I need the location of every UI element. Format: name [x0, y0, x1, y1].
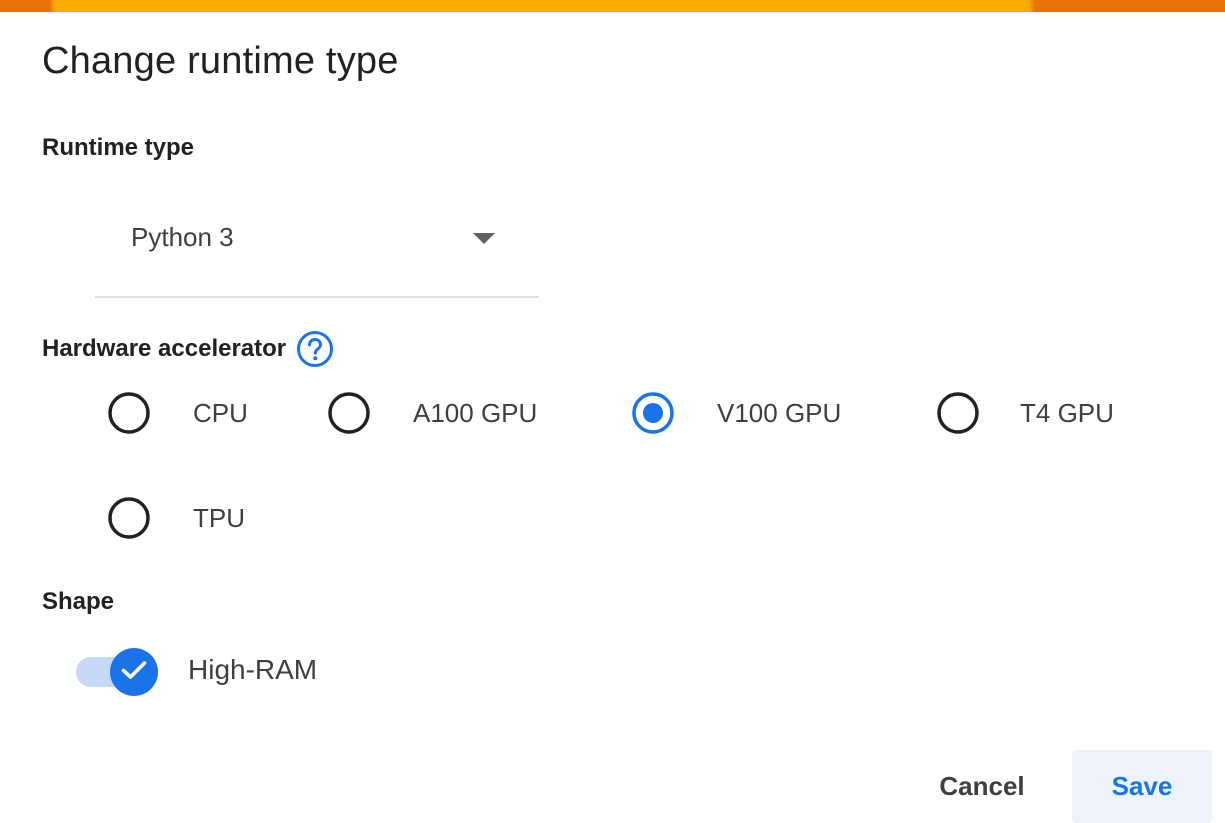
radio-tpu[interactable]: TPU: [107, 496, 245, 540]
runtime-type-value: Python 3: [131, 222, 234, 252]
high-ram-toggle[interactable]: [76, 648, 160, 696]
radio-label: V100 GPU: [717, 397, 842, 428]
shape-label: Shape: [42, 588, 115, 615]
high-ram-label: High-RAM: [188, 654, 318, 685]
radio-label: T4 GPU: [1020, 397, 1114, 428]
runtime-type-select[interactable]: Python 3: [95, 196, 539, 298]
radio-checked-icon: [631, 391, 675, 435]
radio-unchecked-icon: [107, 391, 151, 435]
change-runtime-dialog: Change runtime type Runtime type Python …: [0, 0, 1225, 823]
save-button[interactable]: Save: [1072, 750, 1212, 823]
radio-unchecked-icon: [936, 391, 980, 435]
progress-accent-bar: [0, 0, 1225, 12]
radio-unchecked-icon: [107, 496, 151, 540]
radio-cpu[interactable]: CPU: [107, 391, 248, 435]
checkmark-icon: [121, 660, 147, 685]
cancel-button[interactable]: Cancel: [912, 750, 1052, 823]
radio-v100-gpu[interactable]: V100 GPU: [631, 391, 841, 435]
runtime-type-label: Runtime type: [42, 134, 195, 161]
caret-down-icon: [473, 232, 495, 250]
radio-a100-gpu[interactable]: A100 GPU: [327, 391, 537, 435]
dialog-title: Change runtime type: [42, 40, 399, 82]
radio-t4-gpu[interactable]: T4 GPU: [936, 391, 1114, 435]
radio-label: CPU: [193, 397, 248, 428]
radio-label: TPU: [193, 502, 245, 533]
radio-unchecked-icon: [327, 391, 371, 435]
help-circle-icon[interactable]: [296, 330, 334, 368]
radio-label: A100 GPU: [413, 397, 538, 428]
hardware-accelerator-label-row: Hardware accelerator: [42, 330, 334, 368]
toggle-thumb: [110, 648, 158, 696]
hardware-accelerator-label: Hardware accelerator: [42, 335, 287, 362]
